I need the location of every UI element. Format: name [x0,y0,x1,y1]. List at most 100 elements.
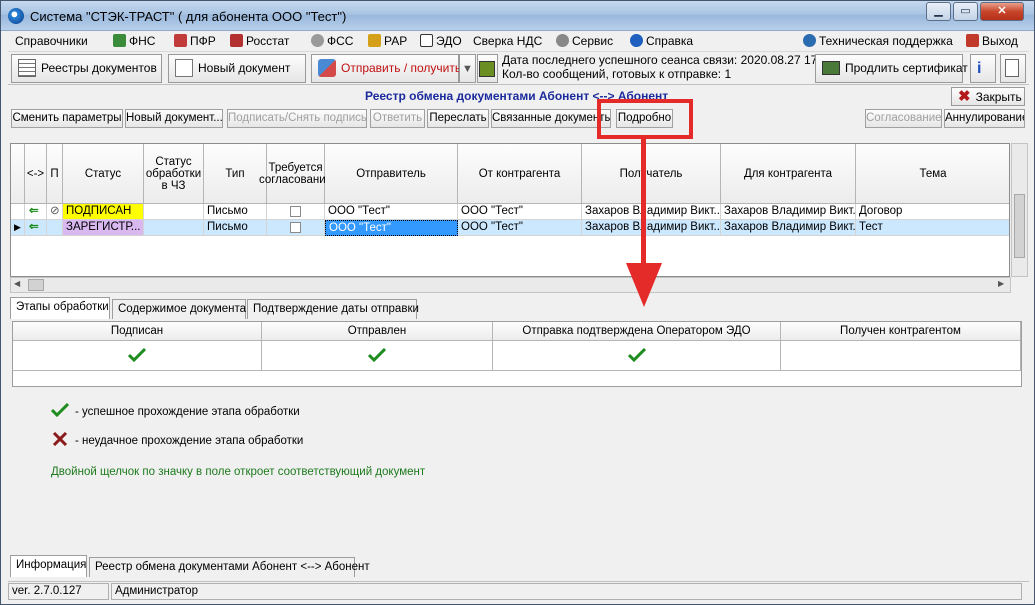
col-chz-status[interactable]: Статус обработки в ЧЗ [144,144,204,204]
linked-documents-button[interactable]: Связанные документы [491,109,611,128]
scroll-thumb[interactable] [28,279,44,291]
tab-processing-stages[interactable]: Этапы обработки [10,297,110,319]
scroll-thumb[interactable] [1014,194,1025,258]
stage-cell-received[interactable] [781,341,1021,371]
status-cell: ПОДПИСАН [63,204,144,220]
type-cell: Письмо [204,220,267,236]
title-bar[interactable]: Система "СТЭК-ТРАСТ" ( для абонента ООО … [1,1,1034,31]
menu-label: ФНС [129,34,156,48]
menu-service[interactable]: Сервис [556,33,613,49]
menu-bar: Справочники ФНС ПФР Росстат ФСС РАР ЭДО … [8,31,1029,51]
exit-icon [966,34,979,47]
menu-label: Сверка НДС [473,34,543,48]
recipient-cell: Захаров Владимир Викт... [582,220,721,236]
close-icon: ✖ [958,88,971,105]
stage-cell-confirmed[interactable] [493,341,781,371]
stage-cell-signed[interactable] [13,341,262,371]
new-doc-button[interactable]: Новый документ... [125,109,223,128]
col-status[interactable]: Статус [63,144,144,204]
menu-pfr[interactable]: ПФР [174,33,216,49]
cross-icon [52,431,68,447]
tab-send-date-confirmation[interactable]: Подтверждение даты отправки [247,299,419,319]
minimize-button[interactable]: ▁ [926,2,951,21]
scroll-right-icon[interactable]: ▶ [998,279,1008,288]
export-button[interactable] [1000,54,1026,83]
tab-document-content[interactable]: Содержимое документа [112,299,246,319]
grid-vertical-scrollbar[interactable] [1011,143,1028,277]
col-subject[interactable]: Тема [856,144,1009,204]
col-direction[interactable]: <-> [25,144,47,204]
approval-button[interactable]: Согласование [865,109,942,128]
col-for-contractor[interactable]: Для контрагента [721,144,856,204]
close-register-button[interactable]: ✖ Закрыть [951,87,1025,106]
checkmark-icon [50,402,70,418]
stage-cell-sent[interactable] [262,341,493,371]
col-from-contractor[interactable]: От контрагента [458,144,582,204]
col-approval-required[interactable]: Требуется согласование [259,144,332,204]
reply-button[interactable]: Ответить [370,109,425,128]
arrow-left-icon: ⇐ [25,204,47,220]
menu-label: Справочники [15,34,88,48]
registries-label: Реестры документов [41,61,157,75]
send-dropdown-button[interactable]: ▼ [459,54,476,83]
col-sender[interactable]: Отправитель [325,144,458,204]
menu-rosstat[interactable]: Росстат [230,33,289,49]
current-row-indicator: ▶ [11,220,25,236]
help-icon [630,34,643,47]
col-recipient[interactable]: Получатель [582,144,721,204]
status-cell: ЗАРЕГИСТР... [63,220,144,236]
tab-information[interactable]: Информация [10,555,87,577]
menu-help[interactable]: Справка [630,33,693,49]
menu-edo[interactable]: ЭДО [420,33,462,49]
globe-icon [803,34,816,47]
menu-support[interactable]: Техническая поддержка [803,33,953,49]
chz-status-cell [144,220,204,236]
menu-label: Сервис [572,34,614,48]
menu-label: ФСС [327,34,354,48]
change-params-button[interactable]: Сменить параметры [11,109,123,128]
recipient-cell: Захаров Владимир Викт... [582,204,721,220]
subject-cell: Тест [856,220,1009,236]
close-register-label: Закрыть [975,90,1022,104]
sign-button[interactable]: Подписать/Снять подпись [227,109,367,128]
extend-certificate-button[interactable]: Продлить сертификат [815,54,968,83]
menu-spravochniki[interactable]: Справочники [15,33,88,49]
menu-exit[interactable]: Выход [966,33,1018,49]
send-receive-button[interactable]: Отправить / получить [311,54,461,83]
maximize-button[interactable]: ▭ [953,2,978,21]
menu-fss[interactable]: ФСС [311,33,353,49]
grid-horizontal-scrollbar[interactable]: ◀ ▶ [10,277,1011,293]
col-type[interactable]: Тип [204,144,267,204]
type-cell: Письмо [204,204,267,220]
approval-checkbox[interactable] [267,204,325,220]
registries-button[interactable]: Реестры документов [11,54,162,83]
new-document-button[interactable]: Новый документ [168,54,306,83]
col-attachment[interactable]: П [47,144,63,204]
stages-table: Подписан Отправлен Отправка подтверждена… [12,321,1022,387]
rosstat-icon [230,34,243,47]
approval-checkbox[interactable] [267,220,325,236]
new-document-label: Новый документ [198,61,291,75]
chz-status-cell [144,204,204,220]
menu-sverka-nds[interactable]: Сверка НДС [473,33,542,49]
menu-fns[interactable]: ФНС [113,33,155,49]
status-bar: ver. 2.7.0.127 Администратор [8,581,1029,600]
close-window-button[interactable]: ✕ [980,2,1024,21]
menu-label: Выход [982,34,1018,48]
checkmark-icon [128,348,146,362]
action-buttons: Сменить параметры Новый документ... Подп… [8,108,1029,129]
edo-icon [420,34,433,47]
menu-label: ПФР [190,34,216,48]
info-button[interactable]: i [970,54,996,83]
tab-exchange-register[interactable]: Реестр обмена документами Абонент <--> А… [89,557,370,577]
table-row[interactable]: ⇐ ⊘ ПОДПИСАН Письмо ООО "Тест" ООО "Тест… [11,204,1009,220]
menu-rar[interactable]: РАР [368,33,407,49]
legend-fail-text: - неудачное прохождение этапа обработки [75,435,304,447]
documents-grid: <-> П Статус Статус обработки в ЧЗ Тип Т… [10,143,1010,277]
archive-button[interactable] [477,54,498,83]
cancellation-button[interactable]: Аннулирование [944,109,1025,128]
row-indicator [11,204,25,220]
scroll-left-icon[interactable]: ◀ [14,279,24,288]
forward-button[interactable]: Переслать [427,109,489,128]
table-row[interactable]: ▶ ⇐ ЗАРЕГИСТР... Письмо ООО "Тест" ООО "… [11,220,1009,236]
